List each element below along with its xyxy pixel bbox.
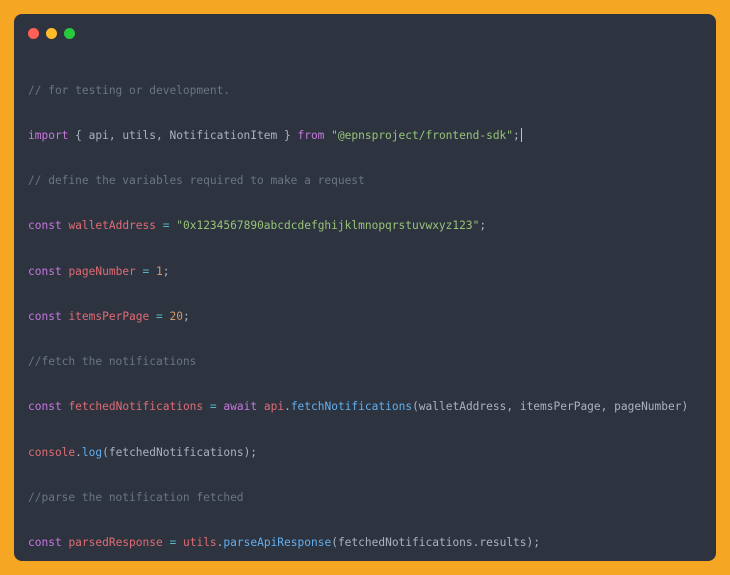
string-wallet: "0x1234567890abcdcdefghijklmnopqrstuvwxy… [176,219,479,232]
maximize-icon[interactable] [64,28,75,39]
var-walletAddress: walletAddress [68,219,156,232]
obj-utils: utils [183,536,217,549]
args: (walletAddress, itemsPerPage, pageNumber… [412,400,688,413]
args: (fetchedNotifications.results); [331,536,540,549]
equals: = [143,265,150,278]
fn-fetchNotifications: fetchNotifications [291,400,412,413]
keyword-const: const [28,400,62,413]
keyword-import: import [28,129,68,142]
fn-parseApiResponse: parseApiResponse [223,536,331,549]
close-icon[interactable] [28,28,39,39]
equals: = [156,310,163,323]
var-parsedResponse: parsedResponse [68,536,162,549]
import-path: "@epnsproject/frontend-sdk" [331,129,513,142]
args: (fetchedNotifications); [102,446,257,459]
semicolon: ; [183,310,190,323]
keyword-const: const [28,310,62,323]
equals: = [169,536,176,549]
comment: //fetch the notifications [28,355,196,368]
num: 1 [156,265,163,278]
keyword-const: const [28,219,62,232]
cursor-icon [521,128,522,142]
equals: = [163,219,170,232]
equals: = [210,400,217,413]
var-fetchedNotifications: fetchedNotifications [68,400,203,413]
comment: // define the variables required to make… [28,174,365,187]
semicolon: ; [513,129,520,142]
minimize-icon[interactable] [46,28,57,39]
titlebar [14,22,716,43]
keyword-const: const [28,536,62,549]
keyword-await: await [223,400,257,413]
code-area[interactable]: // for testing or development. import { … [14,43,716,561]
import-braces: { api, utils, NotificationItem } [75,129,291,142]
comment: //parse the notification fetched [28,491,244,504]
obj-console: console [28,446,75,459]
fn-log: log [82,446,102,459]
comment: // for testing or development. [28,84,230,97]
code-window: // for testing or development. import { … [14,14,716,561]
keyword-from: from [297,129,324,142]
keyword-const: const [28,265,62,278]
var-itemsPerPage: itemsPerPage [68,310,149,323]
semicolon: ; [479,219,486,232]
num: 20 [170,310,183,323]
obj-api: api [264,400,284,413]
var-pageNumber: pageNumber [68,265,135,278]
semicolon: ; [163,265,170,278]
